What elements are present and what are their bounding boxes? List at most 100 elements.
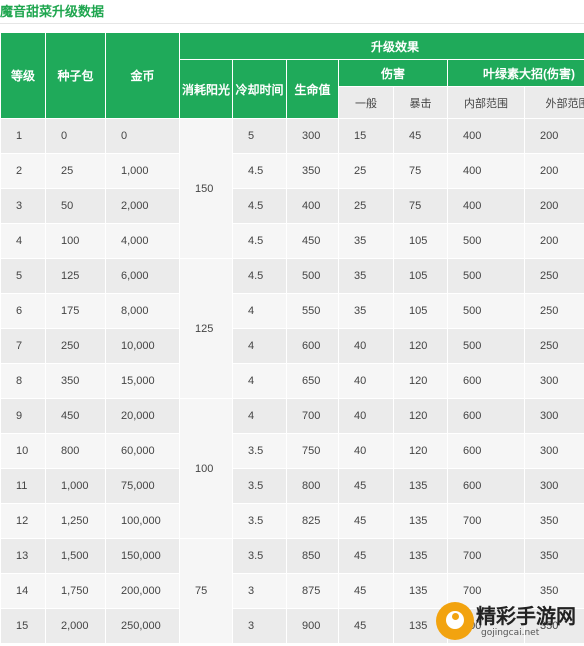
cell-damage-normal: 45 [338, 503, 394, 539]
cell-range-inner: 600 [447, 433, 525, 469]
cell-level: 7 [0, 328, 46, 364]
cell-health: 350 [286, 153, 339, 189]
cell-seed-pack: 350 [45, 363, 106, 399]
table-row: 12 1,250 100,000 3.5 825 45 135 700 350 [0, 503, 584, 539]
cell-health: 300 [286, 118, 339, 154]
cell-range-inner: 400 [447, 188, 525, 224]
cell-damage-normal: 45 [338, 608, 394, 644]
cell-range-outer: 300 [523, 468, 584, 504]
cell-range-outer: 200 [523, 118, 584, 154]
cell-range-outer: 350 [523, 503, 584, 539]
cell-sun-cost: 150 [179, 118, 233, 259]
header-damage: 伤害 [338, 59, 448, 87]
cell-seed-pack: 1,750 [45, 573, 106, 609]
header-upgrade-effect: 升级效果 [178, 32, 584, 60]
cell-health: 900 [286, 608, 339, 644]
watermark-logo-dot [452, 613, 459, 620]
cell-damage-normal: 45 [338, 538, 394, 574]
cell-gold: 2,000 [105, 188, 180, 224]
header-sun-cost: 消耗阳光 [179, 59, 233, 119]
cell-health: 825 [286, 503, 339, 539]
cell-level: 10 [0, 433, 46, 469]
cell-damage-crit: 135 [393, 503, 448, 539]
cell-seed-pack: 1,500 [45, 538, 106, 574]
cell-level: 2 [0, 153, 46, 189]
cell-seed-pack: 50 [45, 188, 106, 224]
watermark-name: 精彩手游网 [476, 604, 576, 628]
cell-gold: 4,000 [105, 223, 180, 259]
cell-health: 700 [286, 398, 339, 434]
cell-health: 500 [286, 258, 339, 294]
cell-range-inner: 400 [447, 153, 525, 189]
cell-gold: 1,000 [105, 153, 180, 189]
watermark-logo-icon [436, 602, 474, 640]
cell-cooldown: 3.5 [232, 538, 287, 574]
cell-damage-crit: 120 [393, 328, 448, 364]
cell-cooldown: 5 [232, 118, 287, 154]
cell-damage-crit: 45 [393, 118, 448, 154]
header-gold: 金币 [105, 32, 180, 119]
cell-gold: 100,000 [105, 503, 180, 539]
cell-health: 400 [286, 188, 339, 224]
table-row: 2 25 1,000 4.5 350 25 75 400 200 [0, 153, 584, 189]
cell-damage-crit: 105 [393, 258, 448, 294]
header-level: 等级 [0, 32, 46, 119]
table-row: 9 450 20,000 100 4 700 40 120 600 300 [0, 398, 584, 539]
cell-range-inner: 600 [447, 398, 525, 434]
table-row: 6 175 8,000 4 550 35 105 500 250 [0, 293, 584, 329]
cell-level: 8 [0, 363, 46, 399]
cell-damage-crit: 75 [393, 153, 448, 189]
cell-level: 12 [0, 503, 46, 539]
cell-sun-cost: 75 [179, 538, 233, 644]
cell-seed-pack: 450 [45, 398, 106, 434]
cell-range-inner: 500 [447, 328, 525, 364]
cell-seed-pack: 125 [45, 258, 106, 294]
cell-health: 450 [286, 223, 339, 259]
cell-range-outer: 300 [523, 363, 584, 399]
cell-seed-pack: 25 [45, 153, 106, 189]
table-row: 13 1,500 150,000 75 3.5 850 45 135 700 350 [0, 538, 584, 644]
cell-gold: 6,000 [105, 258, 180, 294]
cell-gold: 250,000 [105, 608, 180, 644]
table-row: 7 250 10,000 4 600 40 120 500 250 [0, 328, 584, 364]
cell-damage-normal: 35 [338, 223, 394, 259]
cell-sun-cost: 125 [179, 258, 233, 399]
cell-damage-crit: 105 [393, 293, 448, 329]
cell-seed-pack: 800 [45, 433, 106, 469]
cell-damage-normal: 25 [338, 188, 394, 224]
cell-level: 9 [0, 398, 46, 434]
cell-damage-normal: 15 [338, 118, 394, 154]
cell-range-inner: 500 [447, 258, 525, 294]
cell-level: 3 [0, 188, 46, 224]
table-row: 3 50 2,000 4.5 400 25 75 400 200 [0, 188, 584, 224]
cell-range-inner: 700 [447, 538, 525, 574]
cell-gold: 8,000 [105, 293, 180, 329]
cell-health: 850 [286, 538, 339, 574]
cell-cooldown: 3.5 [232, 468, 287, 504]
cell-gold: 75,000 [105, 468, 180, 504]
cell-level: 1 [0, 118, 46, 154]
cell-range-inner: 700 [447, 503, 525, 539]
cell-damage-normal: 40 [338, 363, 394, 399]
cell-cooldown: 4 [232, 328, 287, 364]
cell-range-inner: 400 [447, 118, 525, 154]
cell-damage-normal: 35 [338, 293, 394, 329]
cell-range-outer: 250 [523, 293, 584, 329]
cell-range-outer: 250 [523, 258, 584, 294]
cell-health: 550 [286, 293, 339, 329]
cell-range-inner: 600 [447, 468, 525, 504]
cell-level: 14 [0, 573, 46, 609]
cell-seed-pack: 0 [45, 118, 106, 154]
cell-gold: 60,000 [105, 433, 180, 469]
cell-gold: 150,000 [105, 538, 180, 574]
cell-damage-crit: 120 [393, 433, 448, 469]
table-row: 8 350 15,000 4 650 40 120 600 300 [0, 363, 584, 399]
table-row: 11 1,000 75,000 3.5 800 45 135 600 300 [0, 468, 584, 504]
cell-seed-pack: 1,250 [45, 503, 106, 539]
cell-range-outer: 350 [523, 538, 584, 574]
cell-damage-normal: 40 [338, 328, 394, 364]
cell-range-outer: 300 [523, 398, 584, 434]
table-header: 等级 种子包 金币 升级效果 消耗阳光 冷却时间 生命值 伤害 叶绿素大招(伤害… [0, 32, 584, 119]
page-title: 魔音甜菜升级数据 [0, 5, 105, 20]
cell-cooldown: 3 [232, 608, 287, 644]
